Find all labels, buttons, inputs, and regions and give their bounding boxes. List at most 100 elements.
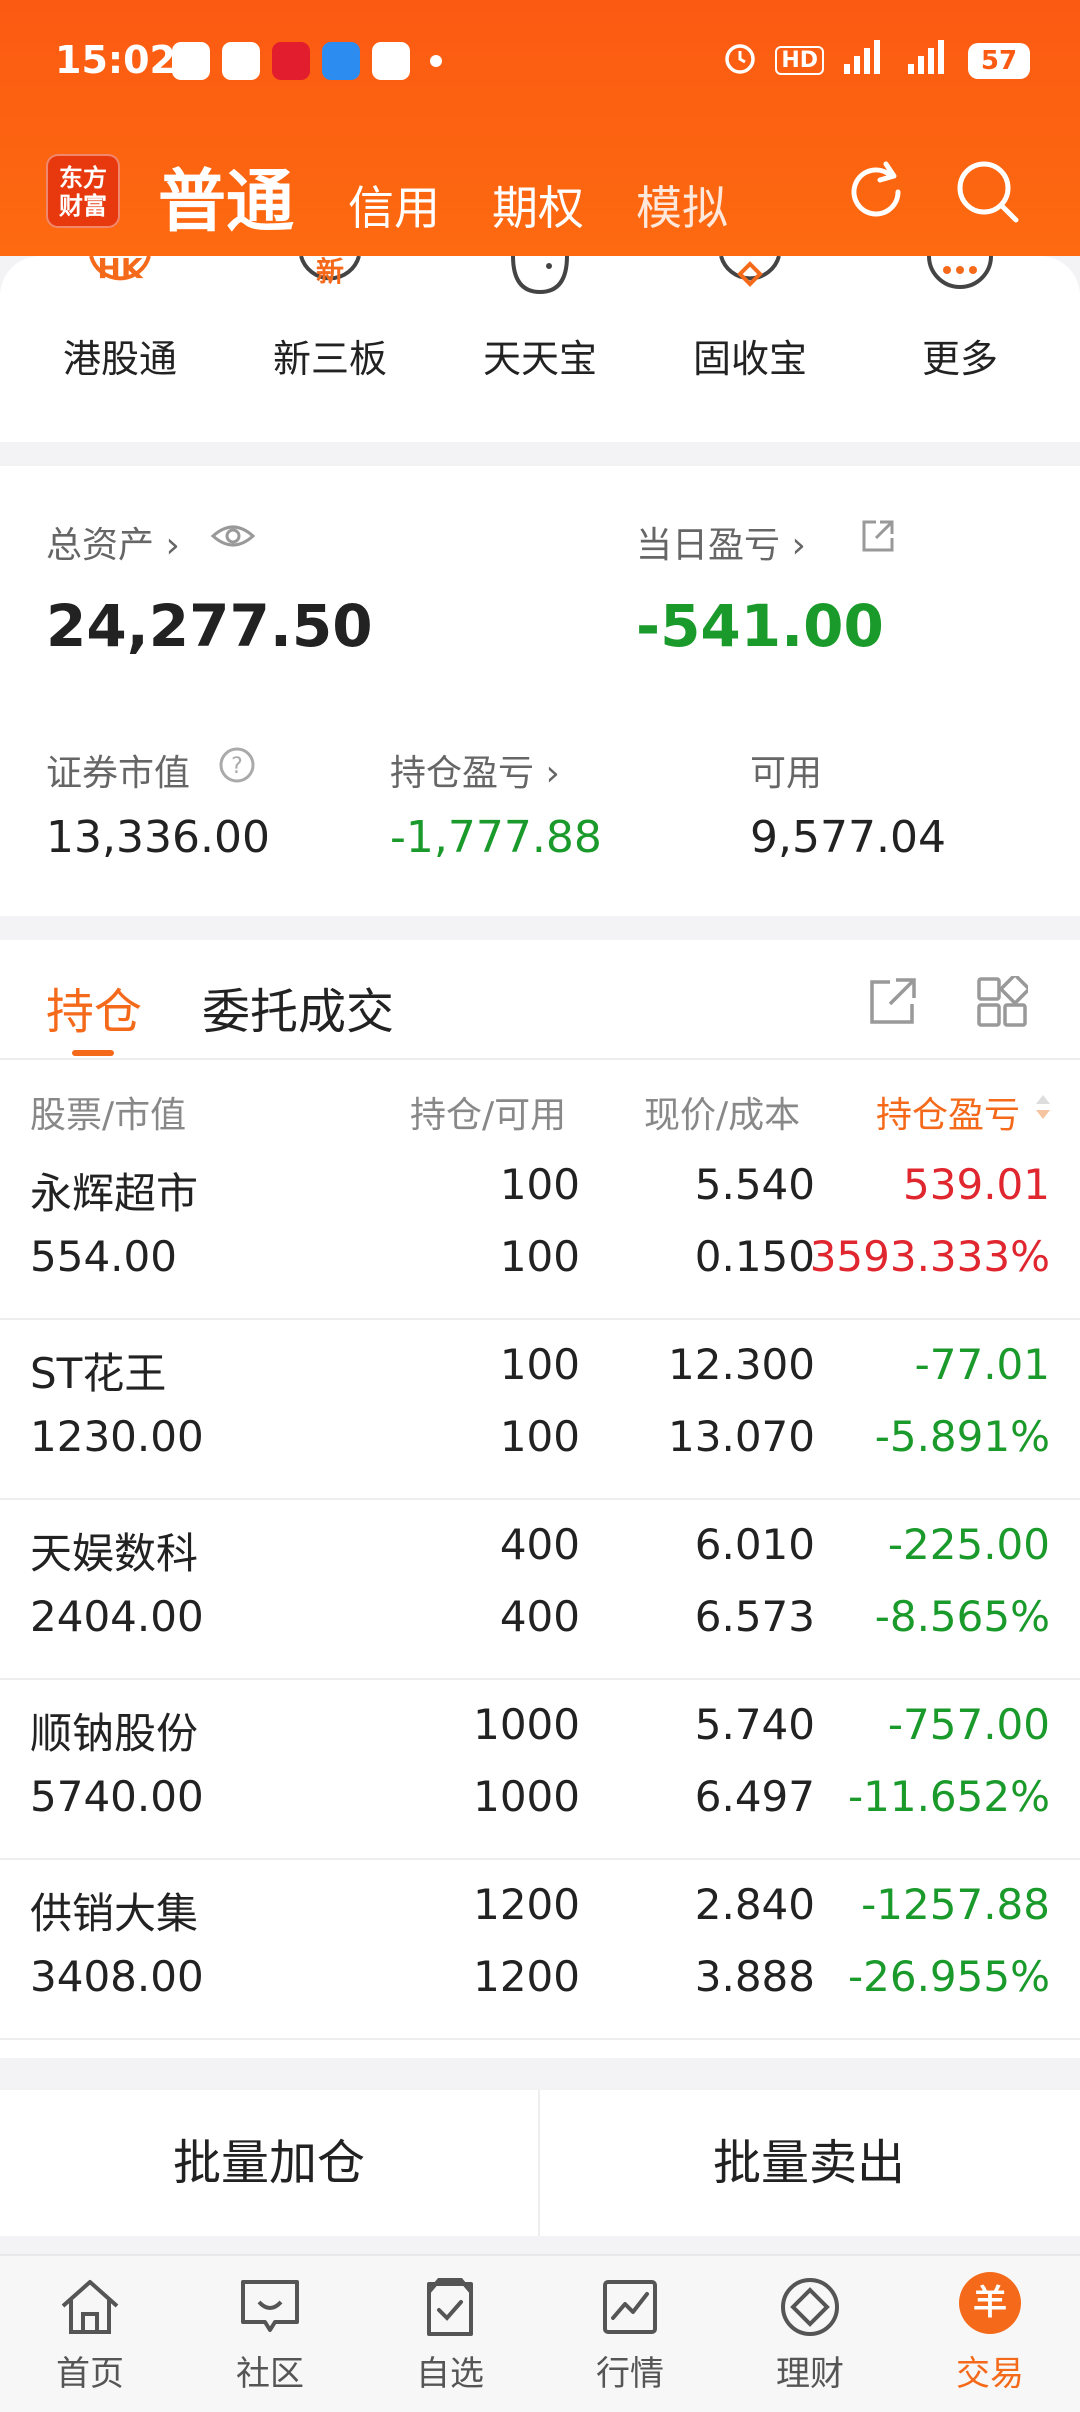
active-tab-indicator — [72, 1050, 114, 1056]
batch-add-button[interactable]: 批量加仓 — [0, 2090, 538, 2236]
help-icon[interactable]: ? — [218, 746, 256, 784]
grid-layout-icon[interactable] — [976, 973, 1031, 1028]
nav-watchlist[interactable]: 自选 — [360, 2256, 540, 2412]
asset-summary-card: 总资产 › 24,277.50 当日盈亏 › -541.00 证券市值 ? 13… — [0, 466, 1080, 916]
alarm-icon — [721, 38, 759, 83]
batch-sell-button[interactable]: 批量卖出 — [540, 2090, 1078, 2236]
batch-actions: 批量加仓 批量卖出 — [0, 2090, 1080, 2236]
market-icon — [595, 2272, 665, 2342]
quick-item-tiantianbao[interactable]: 天天宝 — [450, 255, 630, 383]
position-qty: 100 — [499, 1340, 580, 1389]
notification-icons — [172, 42, 442, 80]
stock-name: ST花王 — [30, 1349, 167, 1398]
tab-positions[interactable]: 持仓 — [46, 972, 142, 1042]
share-icon[interactable] — [868, 976, 918, 1026]
cost-price: 0.150 — [694, 1232, 815, 1281]
status-bar: 15:02 HD 57 — [0, 0, 1080, 120]
position-pl-pct: -11.652% — [847, 1772, 1050, 1821]
new-icon: 新 — [295, 255, 365, 302]
position-pl-pct: -26.955% — [847, 1952, 1050, 2001]
market-value: 3408.00 — [30, 1952, 204, 2001]
cost-price: 13.070 — [668, 1412, 815, 1461]
quick-item-more[interactable]: 更多 — [870, 255, 1050, 383]
column-header-stock: 股票/市值 — [30, 1095, 187, 1136]
nav-label: 交易 — [956, 2354, 1024, 2394]
nav-home[interactable]: 首页 — [0, 2256, 180, 2412]
cost-price: 6.573 — [694, 1592, 815, 1641]
tab-divider — [0, 1058, 1080, 1060]
status-time: 15:02 — [55, 38, 176, 82]
app-logo[interactable]: 东方财富 — [46, 154, 120, 228]
watchlist-icon — [415, 2272, 485, 2342]
daily-pl-label[interactable]: 当日盈亏 › — [636, 516, 806, 568]
nav-label: 理财 — [776, 2354, 844, 2394]
column-header-pl[interactable]: 持仓盈亏 — [876, 1086, 1020, 1138]
position-pl-pct: 3593.333% — [809, 1232, 1050, 1281]
tab-normal[interactable]: 普通 — [158, 146, 294, 245]
position-pl: 539.01 — [903, 1160, 1050, 1209]
holdings-panel: 持仓 委托成交 股票/市值 持仓/可用 现价/成本 持仓盈亏 永辉超市 554.0… — [0, 940, 1080, 2058]
available-label: 可用 — [750, 753, 823, 794]
top-nav: 东方财富 普通 信用 期权 模拟 — [0, 140, 1080, 250]
sort-icon[interactable] — [1034, 1092, 1052, 1122]
current-price: 6.010 — [694, 1520, 815, 1569]
app-notification-icon — [372, 42, 410, 80]
battery-indicator: 57 — [968, 42, 1030, 79]
column-header-price: 现价/成本 — [644, 1095, 801, 1136]
table-row[interactable]: 天娱数科 2404.00 400 400 6.010 6.573 -225.00 -8.565… — [0, 1500, 1080, 1680]
column-header-position: 持仓/可用 — [410, 1095, 567, 1136]
cost-price: 6.497 — [694, 1772, 815, 1821]
current-price: 12.300 — [668, 1340, 815, 1389]
available-qty: 1000 — [473, 1772, 580, 1821]
table-row[interactable]: 供销大集 3408.00 1200 1200 2.840 3.888 -1257.88 -26… — [0, 1860, 1080, 2040]
search-icon[interactable] — [952, 156, 1024, 228]
total-assets-value: 24,277.50 — [46, 592, 373, 660]
nav-trade[interactable]: 羊 交易 — [900, 2256, 1080, 2412]
position-pl: -225.00 — [887, 1520, 1050, 1569]
table-row[interactable]: 顺钠股份 5740.00 1000 1000 5.740 6.497 -757.00 -11.… — [0, 1680, 1080, 1860]
nav-label: 首页 — [56, 2354, 124, 2394]
position-pl-label[interactable]: 持仓盈亏 › — [390, 744, 560, 796]
nav-market[interactable]: 行情 — [540, 2256, 720, 2412]
hd-icon: HD — [775, 46, 824, 75]
nav-label: 行情 — [596, 2354, 664, 2394]
eye-icon[interactable] — [210, 516, 256, 556]
total-assets-label[interactable]: 总资产 › — [46, 516, 180, 568]
tab-credit[interactable]: 信用 — [348, 172, 440, 238]
share-icon[interactable] — [858, 516, 898, 556]
trade-icon-badge: 羊 — [959, 2272, 1021, 2334]
table-row[interactable]: 永辉超市 554.00 100 100 5.540 0.150 539.01 3593.333… — [0, 1140, 1080, 1320]
current-price: 5.740 — [694, 1700, 815, 1749]
current-price: 5.540 — [694, 1160, 815, 1209]
quick-item-label: 天天宝 — [482, 337, 597, 381]
market-value: 5740.00 — [30, 1772, 204, 1821]
nav-finance[interactable]: 理财 — [720, 2256, 900, 2412]
quick-entries: HK 港股通 新 新三板 天天宝 固收宝 更多 — [0, 252, 1080, 442]
position-pl-value: -1,777.88 — [390, 812, 602, 863]
refresh-icon[interactable] — [840, 156, 912, 228]
table-row[interactable]: ST花王 1230.00 100 100 12.300 13.070 -77.01 -5.89… — [0, 1320, 1080, 1500]
quick-item-hk-connect[interactable]: HK 港股通 — [30, 252, 210, 383]
tab-simulation[interactable]: 模拟 — [636, 172, 728, 238]
nav-label: 自选 — [416, 2354, 484, 2394]
quick-item-gushoubao[interactable]: 固收宝 — [660, 255, 840, 383]
app-notification-icon — [322, 42, 360, 80]
nav-community[interactable]: 社区 — [180, 2256, 360, 2412]
home-icon — [55, 2272, 125, 2342]
finance-icon — [775, 2272, 845, 2342]
hk-icon-text: HK — [97, 252, 143, 285]
tab-options[interactable]: 期权 — [492, 172, 584, 238]
position-pl-pct: -8.565% — [874, 1592, 1050, 1641]
position-qty: 100 — [499, 1160, 580, 1209]
stock-name: 顺钠股份 — [30, 1709, 199, 1758]
quick-item-label: 固收宝 — [692, 337, 807, 381]
quick-item-label: 新三板 — [272, 337, 387, 381]
position-qty: 1200 — [473, 1880, 580, 1929]
position-pl-pct: -5.891% — [874, 1412, 1050, 1461]
app-notification-icon — [272, 42, 310, 80]
quick-item-new-otc[interactable]: 新 新三板 — [240, 255, 420, 383]
cost-price: 3.888 — [694, 1952, 815, 2001]
more-icon — [925, 255, 995, 302]
available-value: 9,577.04 — [750, 812, 946, 863]
tab-orders[interactable]: 委托成交 — [202, 972, 394, 1042]
